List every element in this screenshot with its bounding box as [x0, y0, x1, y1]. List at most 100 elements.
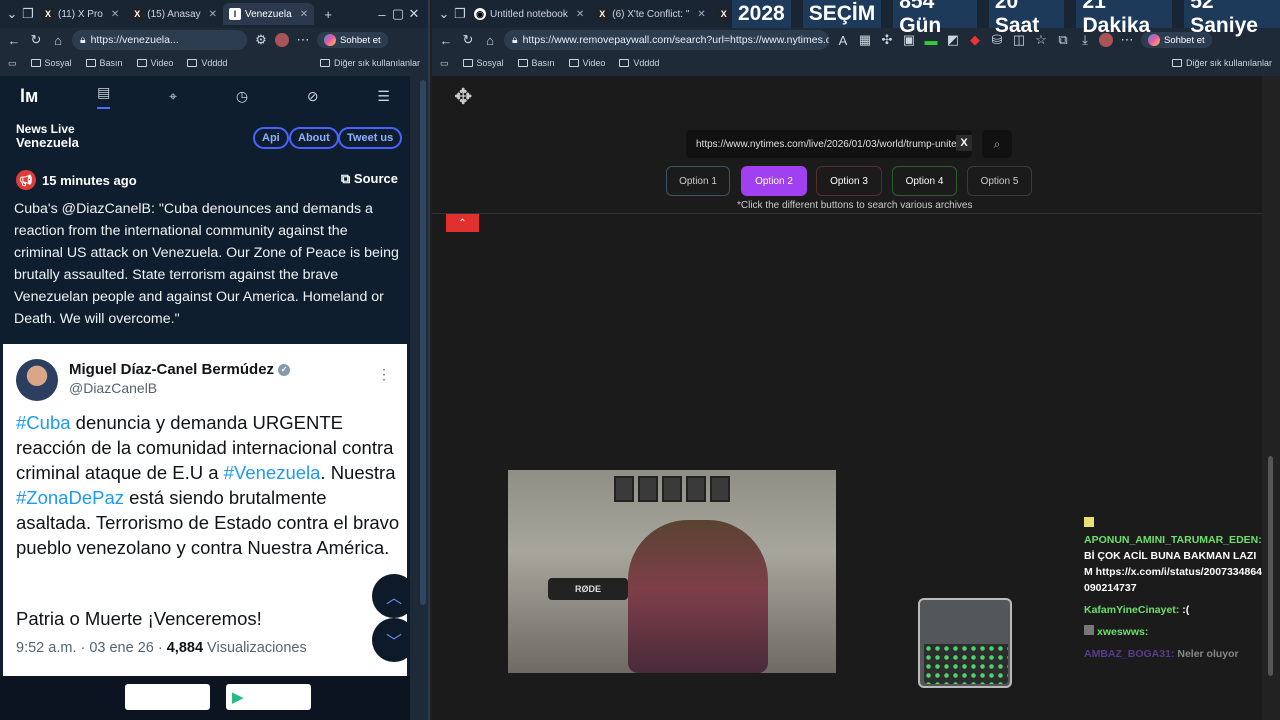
avatar[interactable] [275, 33, 289, 47]
sidebar-toggle-icon[interactable]: ▭ [8, 58, 17, 69]
tab-venezuela[interactable]: l Venezuela ✕ [223, 3, 315, 25]
search-button[interactable]: ⌕ [982, 130, 1012, 158]
sidebar-toggle-icon[interactable]: ▭ [440, 58, 449, 69]
bookmark-label: Vdddd [201, 58, 228, 68]
map-pin-icon[interactable]: ⌖ [169, 88, 177, 105]
extension-icon[interactable]: ▬ [923, 33, 939, 48]
avatar[interactable] [16, 359, 58, 401]
close-icon[interactable]: ✕ [576, 9, 584, 20]
tweet-us-button[interactable]: Tweet us [338, 127, 403, 149]
close-icon[interactable]: ✕ [111, 9, 119, 20]
option-4-button[interactable]: Option 4 [892, 166, 957, 196]
collapse-button[interactable]: ⌃ [446, 214, 479, 232]
scroll-down-button[interactable]: ﹀ [372, 618, 410, 662]
address-bar[interactable]: 🔒︎ https://venezuela... [72, 30, 247, 50]
tab-x-pro[interactable]: X (11) X Pro ✕ [36, 3, 125, 25]
extension-icon[interactable]: ⛁ [989, 32, 1005, 48]
drag-handle-icon[interactable]: ✥ [454, 84, 480, 110]
bookmark-vdddd[interactable]: Vdddd [187, 58, 227, 68]
read-aloud-icon[interactable]: A [835, 33, 851, 48]
tab-list-icon[interactable]: ⌄ [4, 6, 20, 22]
hashtag-zonadepaz[interactable]: #ZonaDePaz [16, 487, 124, 508]
option-2-button[interactable]: Option 2 [741, 166, 807, 196]
bookmark-label: Diğer sık kullanılanlar [1185, 58, 1272, 68]
app-store-button[interactable] [125, 684, 210, 710]
bookmark-other-favorites[interactable]: Diğer sık kullanılanlar [319, 58, 420, 68]
site-logo-icon[interactable]: lᴍ [20, 86, 38, 107]
extension-icon[interactable]: ✣ [879, 32, 895, 48]
tab-anasayfa[interactable]: X (15) Anasay ✕ [125, 3, 223, 25]
history-icon[interactable]: ◷ [236, 88, 248, 105]
left-scrollbar[interactable] [420, 80, 426, 605]
refresh-icon[interactable]: ↻ [28, 32, 44, 48]
about-button[interactable]: About [289, 127, 339, 149]
scroll-up-button[interactable]: ︿ [372, 574, 410, 618]
workspaces-icon[interactable]: ❐ [20, 6, 36, 22]
clear-button[interactable]: X [956, 135, 972, 151]
close-icon[interactable]: ✕ [300, 9, 308, 20]
url-search-input[interactable]: https://www.nytimes.com/live/2026/01/03/… [686, 130, 972, 158]
option-1-button[interactable]: Option 1 [666, 166, 730, 196]
option-3-button[interactable]: Option 3 [816, 166, 882, 196]
new-tab-icon[interactable]: + [320, 7, 336, 22]
embedded-tweet[interactable]: Miguel Díaz-Canel Bermúdez ✓ @DiazCanelB … [3, 344, 407, 677]
collections-icon[interactable]: ⧉ [1055, 32, 1071, 48]
back-icon[interactable]: ← [6, 33, 22, 48]
bookmark-sosyal[interactable]: Sosyal [462, 58, 504, 68]
close-icon[interactable]: ✕ [209, 9, 217, 20]
maximize-icon[interactable]: ▢ [390, 6, 406, 22]
menu-icon[interactable]: ☰ [377, 88, 390, 105]
minimize-icon[interactable]: – [374, 7, 390, 22]
more-icon[interactable]: ⋯ [295, 32, 311, 48]
tweet-signoff: Patria o Muerte ¡Venceremos! [16, 608, 262, 629]
extension-icon[interactable]: ▣ [901, 32, 917, 48]
refresh-icon[interactable]: ↻ [460, 32, 476, 48]
bookmark-vdddd[interactable]: Vdddd [619, 58, 659, 68]
extension-icon[interactable]: ▦ [857, 32, 873, 48]
more-icon[interactable]: ⋯ [1119, 32, 1135, 48]
bookmark-other-favorites[interactable]: Diğer sık kullanılanlar [1171, 58, 1272, 68]
copilot-label: Sohbet et [340, 34, 381, 46]
extension-icon[interactable]: ◩ [945, 32, 961, 48]
feed-icon[interactable]: ▤ [97, 84, 111, 109]
countdown-hours: 20 Saat [988, 0, 1065, 37]
copilot-button[interactable]: Sohbet et [1141, 32, 1212, 48]
hashtag-cuba[interactable]: #Cuba [16, 412, 71, 433]
extensions-icon[interactable]: ⚙ [253, 32, 269, 48]
bookmark-video[interactable]: Video [136, 58, 173, 68]
tab-list-icon[interactable]: ⌄ [436, 6, 452, 22]
more-options-icon[interactable]: ⋮ [377, 366, 391, 383]
favorites-icon[interactable]: ☆ [1033, 32, 1049, 48]
address-bar[interactable]: 🔒︎ https://www.removepaywall.com/search?u… [504, 30, 829, 50]
api-button[interactable]: Api [253, 127, 289, 149]
source-link[interactable]: ⧉ Source [341, 171, 398, 187]
workspaces-icon[interactable]: ❐ [452, 6, 468, 22]
chat-text: Neler oluyor [1177, 648, 1239, 660]
option-5-button[interactable]: Option 5 [967, 166, 1032, 196]
extension-icon[interactable]: ◆ [967, 32, 983, 48]
tab-notebook[interactable]: ◉ Untitled notebook ✕ [468, 3, 590, 25]
bookmark-sosyal[interactable]: Sosyal [30, 58, 72, 68]
home-icon[interactable]: ⌂ [50, 33, 66, 48]
google-play-button[interactable]: ▶ [226, 684, 311, 710]
compass-icon[interactable]: ⊘ [307, 88, 319, 105]
downloads-icon[interactable]: ⤓ [1077, 32, 1093, 48]
back-icon[interactable]: ← [438, 33, 454, 48]
avatar[interactable] [1099, 33, 1113, 47]
bookmark-video[interactable]: Video [568, 58, 605, 68]
split-screen-icon[interactable]: ◫ [1011, 32, 1027, 48]
hashtag-venezuela[interactable]: #Venezuela [224, 462, 321, 483]
copilot-button[interactable]: Sohbet et [317, 32, 388, 48]
close-window-icon[interactable]: ✕ [406, 6, 422, 22]
scrollbar-thumb[interactable] [1268, 456, 1273, 676]
bookmark-basin[interactable]: Basın [517, 58, 555, 68]
close-icon[interactable]: ✕ [697, 9, 705, 20]
tweet-author-name[interactable]: Miguel Díaz-Canel Bermúdez ✓ [69, 361, 291, 378]
right-scrollbar[interactable] [1262, 76, 1280, 720]
tweet-timestamp: 9:52 a.m. · 03 ene 26 · 4,884 Visualizac… [16, 640, 307, 656]
tab-x-conflict[interactable]: X (6) X'te Conflict: " ✕ [590, 3, 712, 25]
bookmark-basin[interactable]: Basın [85, 58, 123, 68]
tweet-handle[interactable]: @DiazCanelB [69, 380, 157, 396]
home-icon[interactable]: ⌂ [482, 33, 498, 48]
copilot-icon [1148, 34, 1160, 46]
